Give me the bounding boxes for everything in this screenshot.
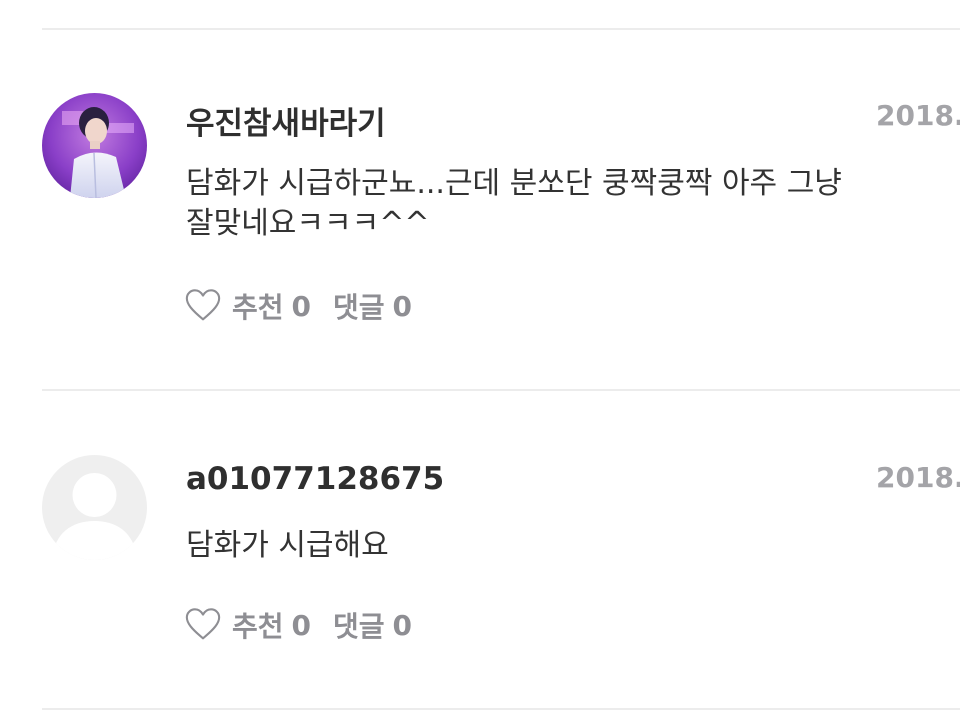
reply-count: 0 bbox=[392, 608, 413, 642]
reply-button[interactable]: 댓글 0 bbox=[333, 286, 434, 326]
comment-body-line: 담화가 시급하군뇨...근데 분쏘단 쿵짝쿵짝 아주 그냥 bbox=[186, 166, 842, 201]
reply-count: 0 bbox=[392, 289, 413, 323]
divider-bottom bbox=[42, 708, 960, 710]
like-button[interactable]: 추천 0 bbox=[184, 605, 333, 645]
comment-body-line: 잘맞네요ㅋㅋㅋ^^ bbox=[186, 206, 430, 241]
comment-body-line: 담화가 시급해요 bbox=[186, 528, 389, 563]
comment-actions: 추천 0 댓글 0 bbox=[184, 605, 434, 645]
like-button[interactable]: 추천 0 bbox=[184, 286, 333, 326]
like-count: 0 bbox=[291, 289, 312, 323]
like-count: 0 bbox=[291, 608, 312, 642]
comment-date: 2018.0 bbox=[876, 99, 960, 132]
like-label: 추천 bbox=[232, 610, 284, 643]
comment-author[interactable]: 우진참새바라기 bbox=[186, 98, 386, 143]
comment-body: 담화가 시급하군뇨...근데 분쏘단 쿵짝쿵짝 아주 그냥 잘맞네요ㅋㅋㅋ^^ bbox=[186, 164, 960, 244]
divider bbox=[42, 389, 960, 391]
person-silhouette-icon bbox=[42, 455, 147, 560]
reply-label: 댓글 bbox=[333, 610, 385, 643]
avatar[interactable] bbox=[42, 93, 147, 198]
like-label: 추천 bbox=[232, 291, 284, 324]
user-photo-avatar bbox=[42, 93, 147, 198]
comment-date: 2018.0 bbox=[876, 461, 960, 494]
reply-label: 댓글 bbox=[333, 291, 385, 324]
divider-top bbox=[42, 28, 960, 30]
comment-author[interactable]: a01077128675 bbox=[186, 461, 444, 497]
reply-button[interactable]: 댓글 0 bbox=[333, 605, 434, 645]
comment-actions: 추천 0 댓글 0 bbox=[184, 286, 434, 326]
heart-icon[interactable] bbox=[184, 606, 222, 644]
avatar[interactable] bbox=[42, 455, 147, 560]
comment-body: 담화가 시급해요 bbox=[186, 526, 960, 566]
heart-icon[interactable] bbox=[184, 287, 222, 325]
